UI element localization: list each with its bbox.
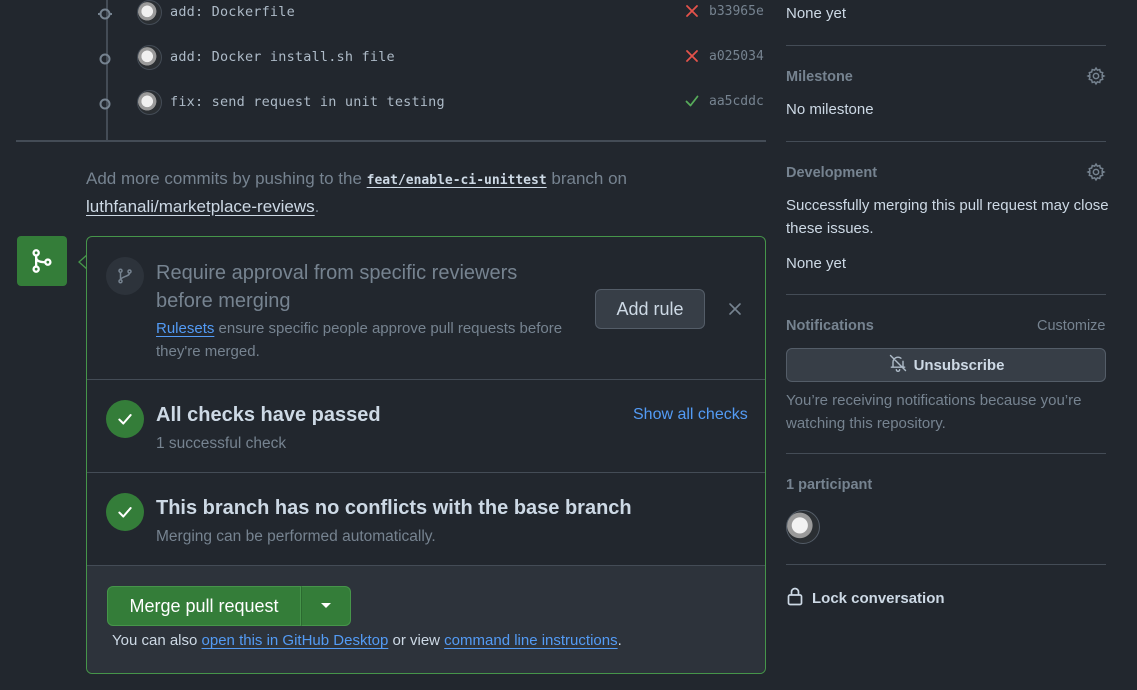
check-circle-icon [106,400,144,438]
checks-title: All checks have passed [156,404,381,426]
ruleset-description-text: ensure specific people approve pull requ… [156,320,563,360]
ruleset-title: Require approval from specific reviewers… [156,262,518,312]
sidebar-top-value: None yet [786,5,847,22]
conflicts-subtitle: Merging can be performed automatically. [156,528,436,545]
merge-note: You can also open this in GitHub Desktop… [112,632,622,649]
commit-message[interactable]: fix: send request in unit testing [170,94,445,110]
lock-conversation-label: Lock conversation [812,589,945,607]
commit-author-avatar[interactable] [137,90,162,115]
divider [786,564,1106,565]
checks-section: All checks have passed 1 successful chec… [87,380,765,473]
divider [786,141,1106,142]
participants-heading: 1 participant [786,477,873,493]
rulesets-link[interactable]: Rulesets [156,320,214,337]
check-circle-icon [106,493,144,531]
unsubscribe-button[interactable]: Unsubscribe [786,348,1106,382]
merge-options-dropdown[interactable] [301,586,351,626]
commit-message[interactable]: add: Dockerfile [170,4,295,20]
check-icon[interactable] [684,93,700,109]
commit-node-icon [98,52,112,66]
triangle-down-icon [320,597,332,615]
notifications-description: You’re receiving notifications because y… [786,392,1082,432]
branch-name[interactable]: feat/enable-ci-unittest [367,173,547,188]
show-all-checks-link[interactable]: Show all checks [633,406,748,424]
commit-sha[interactable]: b33965e [709,4,764,19]
push-hint-text: Add more commits by pushing to the [86,169,367,188]
milestone-heading[interactable]: Milestone [786,69,853,85]
development-description: Successfully merging this pull request m… [786,197,1109,237]
commit-author-avatar[interactable] [137,45,162,70]
lock-icon [786,586,804,610]
checks-subtitle: 1 successful check [156,435,287,452]
gear-icon[interactable] [1086,66,1106,86]
add-rule-button[interactable]: Add rule [595,289,705,329]
x-icon[interactable] [684,48,700,64]
merge-note-text: . [617,632,622,649]
development-value: None yet [786,255,847,272]
commit-node-icon [98,7,112,21]
x-icon[interactable] [684,3,700,19]
commit-sha[interactable]: a025034 [709,49,764,64]
unsubscribe-label: Unsubscribe [913,356,1005,374]
repo-link[interactable]: luthfanali/marketplace-reviews [86,197,315,216]
conflicts-section: This branch has no conflicts with the ba… [87,473,765,566]
gear-icon[interactable] [1086,162,1106,182]
milestone-value: No milestone [786,101,874,118]
conflicts-title: This branch has no conflicts with the ba… [156,497,632,519]
merge-note-text: or view [388,632,445,649]
commit-sha[interactable]: aa5cddc [709,94,764,109]
ruleset-suggestion: Require approval from specific reviewers… [87,237,765,380]
development-heading[interactable]: Development [786,165,877,181]
merge-box: Require approval from specific reviewers… [86,236,766,674]
merge-section: Merge pull request You can also open thi… [87,566,765,673]
commit-message[interactable]: add: Docker install.sh file [170,49,395,65]
commit-row: add: Dockerfile b33965e [0,0,770,30]
participant-avatar[interactable] [786,510,820,544]
merge-pull-request-button[interactable]: Merge pull request [107,586,301,626]
merge-button-group: Merge pull request [107,586,351,626]
commit-row: fix: send request in unit testing aa5cdd… [0,90,770,120]
divider [786,45,1106,46]
github-desktop-link[interactable]: open this in GitHub Desktop [202,632,389,649]
commit-author-avatar[interactable] [137,0,162,25]
push-hint-text: branch on [546,169,627,188]
divider [16,140,766,142]
git-branch-icon [106,257,144,295]
commit-row: add: Docker install.sh file a025034 [0,45,770,75]
customize-link[interactable]: Customize [1037,318,1106,334]
git-merge-icon [17,236,67,286]
push-hint: Add more commits by pushing to the feat/… [86,166,766,220]
close-icon[interactable] [727,301,743,317]
notifications-heading: Notifications [786,318,874,334]
divider [786,453,1106,454]
lock-conversation-button[interactable]: Lock conversation [786,586,945,610]
merge-note-text: You can also [112,632,202,649]
divider [786,294,1106,295]
push-hint-text: . [314,197,320,216]
ruleset-description: Rulesets ensure specific people approve … [156,317,576,363]
bell-slash-icon [888,353,908,377]
command-line-link[interactable]: command line instructions [444,632,617,649]
commit-node-icon [98,97,112,111]
